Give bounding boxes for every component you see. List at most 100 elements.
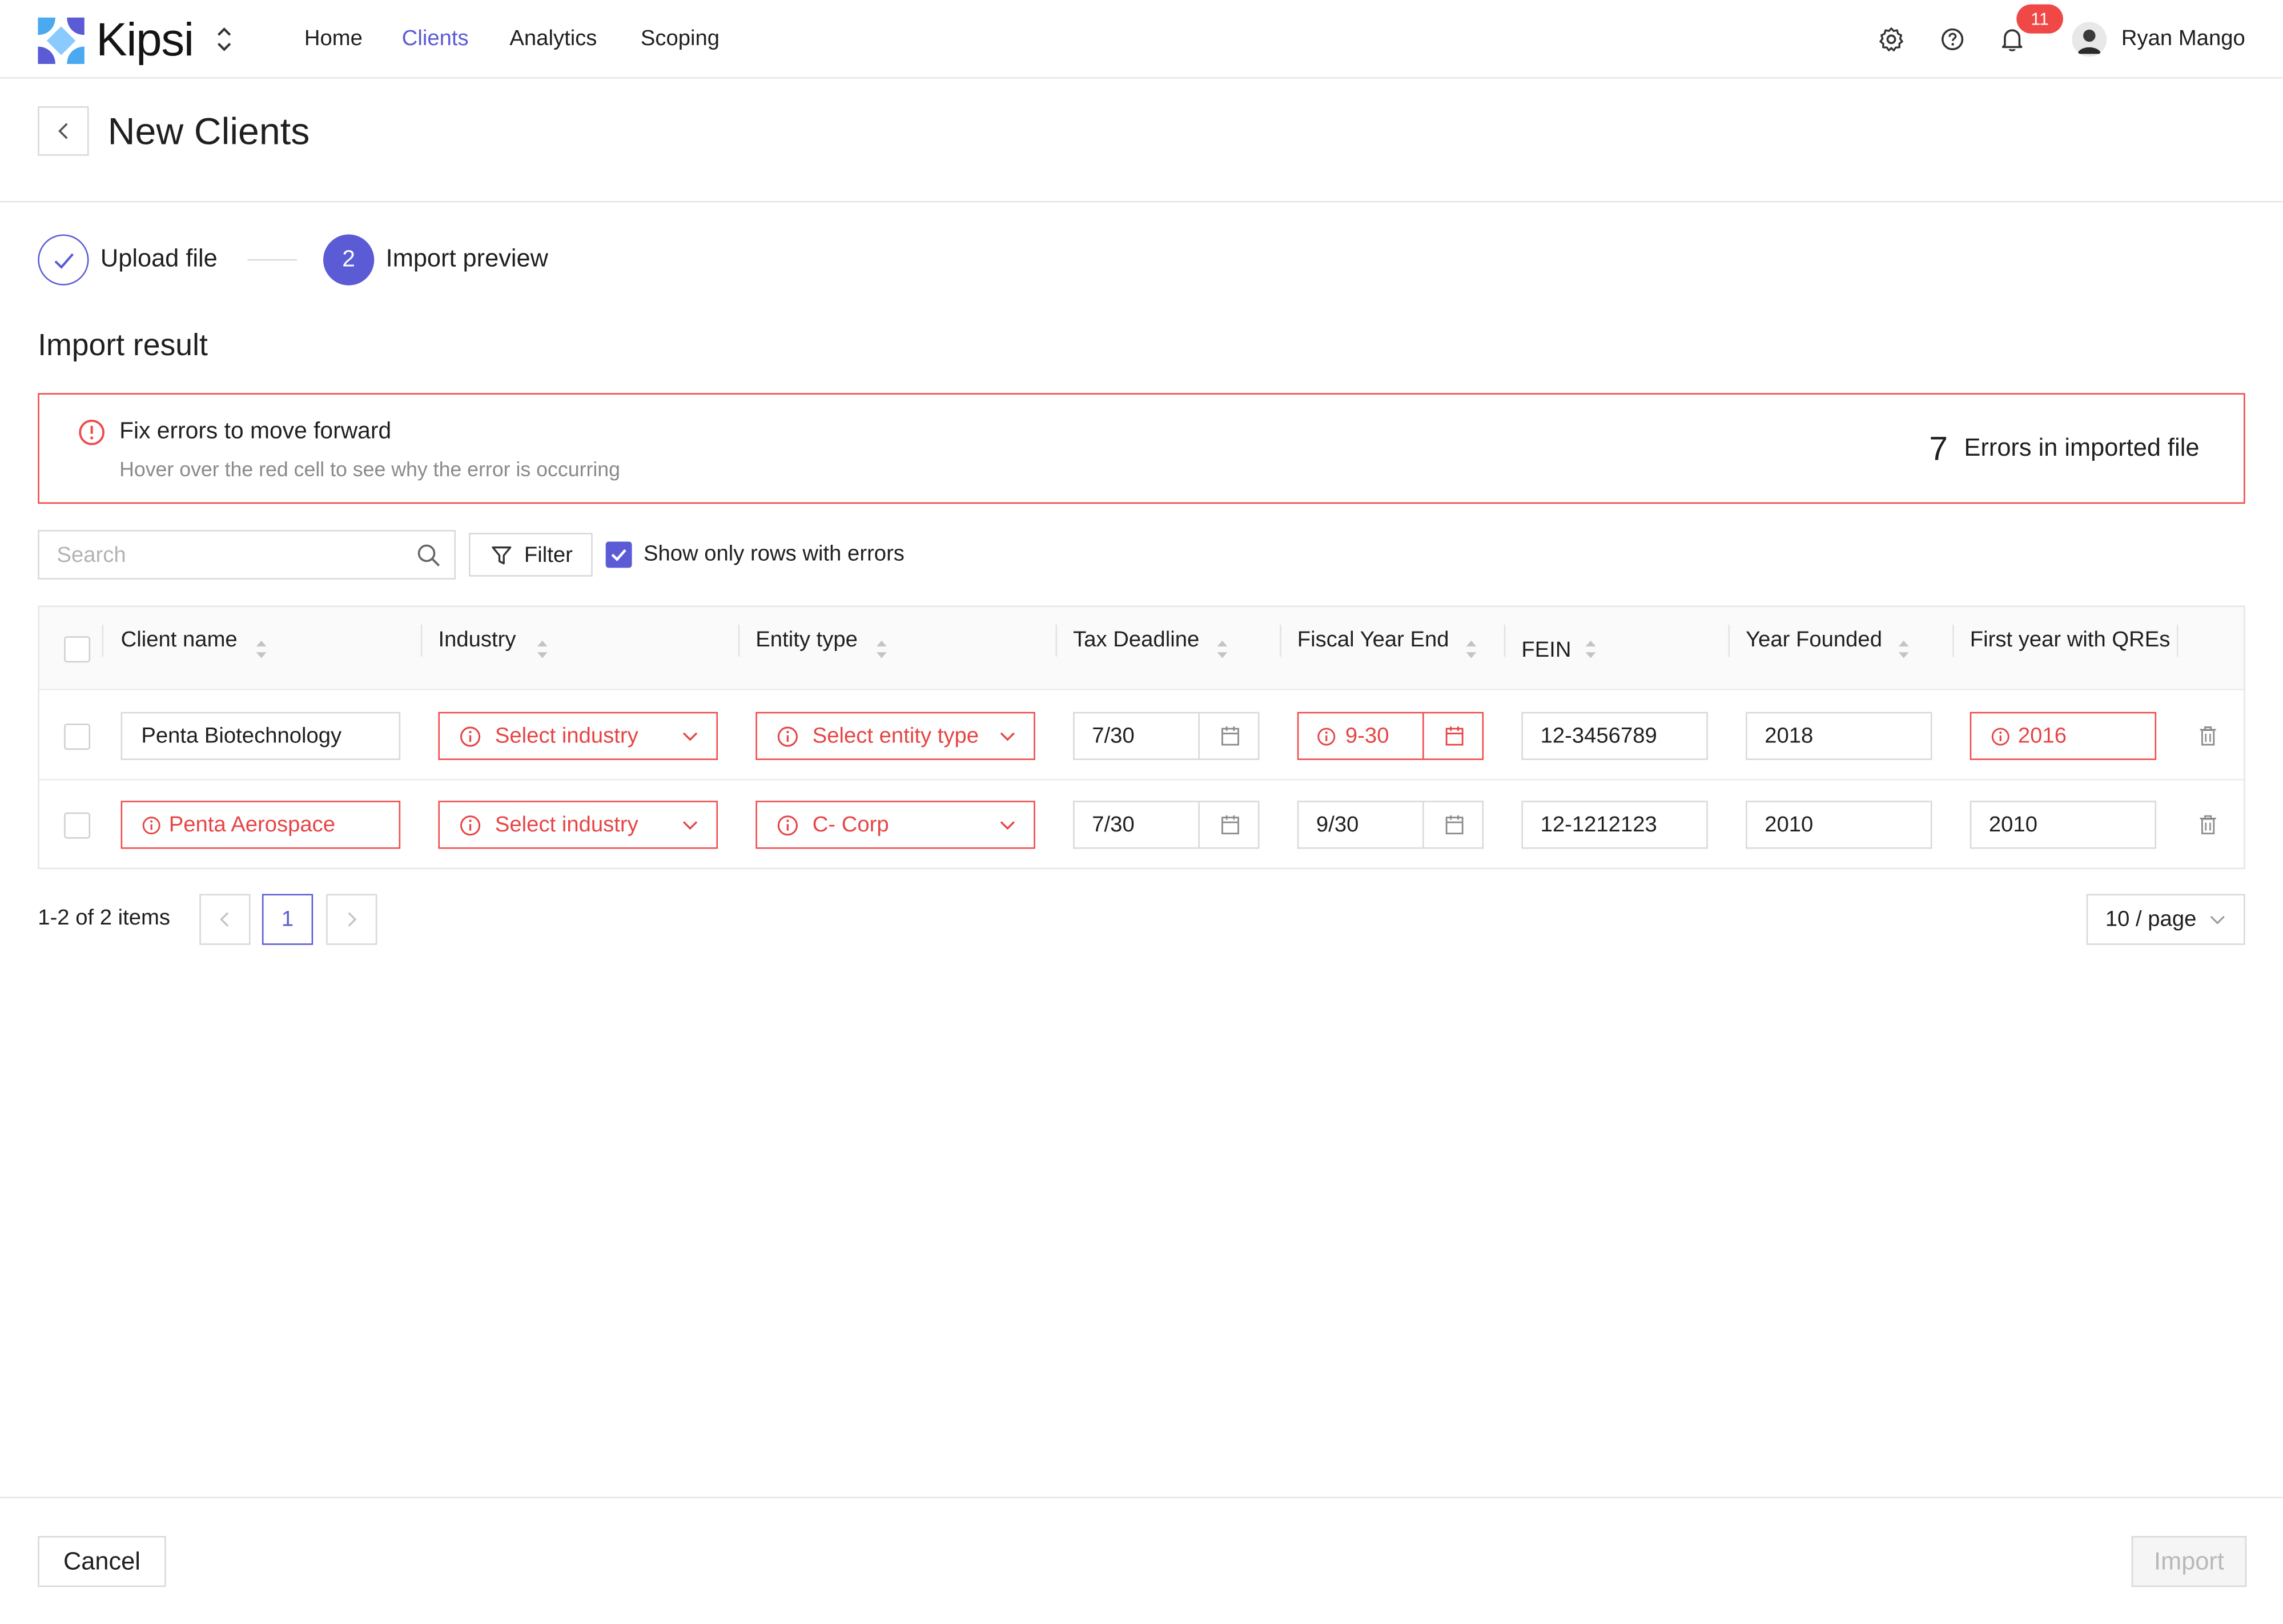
column-header-tax-deadline: Tax Deadline [1073, 627, 1200, 653]
error-info-icon [777, 726, 798, 747]
error-alert-icon [79, 419, 104, 445]
sort-icon[interactable] [1216, 639, 1229, 660]
tax-deadline-value: 7/30 [1092, 812, 1135, 838]
column-divider [420, 624, 423, 657]
date-divider [1422, 713, 1424, 759]
tax-deadline-datepicker[interactable]: 7/30 [1073, 801, 1260, 849]
banner-subtitle: Hover over the red cell to see why the e… [119, 457, 621, 481]
import-button[interactable]: Import [2131, 1535, 2247, 1587]
banner-title: Fix errors to move forward [119, 419, 392, 444]
top-navbar: Kipsi Home Clients Analytics Scoping 11 [0, 0, 2283, 79]
error-info-icon [142, 817, 160, 835]
column-header-year-founded: Year Founded [1746, 627, 1883, 653]
fein-field[interactable]: 12-3456789 [1521, 711, 1708, 760]
first-year-qres-field[interactable]: 2016 [1970, 711, 2157, 760]
page-header: New Clients [0, 79, 2283, 203]
year-founded-value: 2010 [1764, 812, 1814, 838]
error-count-label: Errors in imported file [1964, 433, 2200, 462]
table-header: Client name Industry Entity type Tax Dea… [39, 607, 2244, 690]
sort-icon[interactable] [536, 639, 549, 660]
fein-field[interactable]: 12-1212123 [1521, 801, 1708, 849]
show-errors-checkbox[interactable] [605, 541, 632, 568]
first-year-qres-field[interactable]: 2010 [1970, 801, 2157, 849]
column-divider [1728, 624, 1730, 657]
industry-select[interactable]: Select industry [438, 801, 718, 849]
avatar[interactable] [2072, 22, 2107, 57]
kipsi-logo-icon[interactable] [38, 17, 85, 65]
client-name-field[interactable]: Penta Biotechnology [120, 711, 401, 760]
page-title: New Clients [107, 109, 310, 153]
cancel-button[interactable]: Cancel [38, 1535, 166, 1587]
nav-home[interactable]: Home [304, 26, 363, 53]
nav-clients[interactable]: Clients [402, 26, 469, 53]
nav-scoping[interactable]: Scoping [641, 26, 720, 53]
error-count: 7 [1929, 429, 1948, 468]
page-size-label: 10 / page [2105, 907, 2197, 932]
year-founded-value: 2018 [1764, 723, 1814, 749]
client-name-value: Penta Aerospace [168, 812, 336, 838]
error-info-icon [460, 815, 481, 836]
industry-value: Select industry [495, 812, 638, 838]
calendar-icon[interactable] [1220, 814, 1241, 835]
tax-deadline-datepicker[interactable]: 7/30 [1073, 711, 1260, 760]
pagination-next-button[interactable] [326, 894, 377, 945]
column-divider [1055, 624, 1058, 657]
step-upload-label: Upload file [100, 244, 218, 272]
column-divider [1952, 624, 1954, 657]
chevron-down-icon [1000, 732, 1015, 741]
calendar-icon[interactable] [1444, 725, 1465, 747]
fiscal-year-end-datepicker[interactable]: 9/30 [1297, 801, 1484, 849]
workspace-switch-icon[interactable] [214, 23, 235, 55]
error-info-icon [1991, 727, 2009, 746]
entity-type-value: Select entity type [812, 723, 979, 749]
column-header-client-name: Client name [120, 627, 238, 653]
sort-icon[interactable] [1897, 639, 1910, 660]
row-checkbox[interactable] [64, 812, 91, 839]
entity-type-select[interactable]: C- Corp [755, 801, 1035, 849]
year-founded-field[interactable]: 2018 [1746, 711, 1932, 760]
filter-button[interactable]: Filter [469, 533, 593, 577]
search-box [38, 530, 456, 580]
user-name[interactable]: Ryan Mango [2121, 26, 2245, 53]
filter-label: Filter [524, 543, 573, 568]
trash-icon[interactable] [2198, 814, 2217, 835]
column-divider [738, 624, 740, 657]
nav-analytics[interactable]: Analytics [509, 26, 597, 53]
row-checkbox[interactable] [64, 723, 91, 750]
chevron-left-icon [57, 123, 67, 139]
show-errors-label[interactable]: Show only rows with errors [644, 541, 905, 568]
fein-value: 12-3456789 [1540, 723, 1657, 749]
industry-value: Select industry [495, 723, 638, 749]
select-all-checkbox[interactable] [64, 636, 91, 663]
sort-icon[interactable] [875, 639, 888, 660]
help-icon[interactable] [1938, 25, 1967, 54]
chevron-down-icon [682, 732, 698, 741]
tax-deadline-value: 7/30 [1092, 723, 1135, 749]
search-input[interactable] [39, 531, 404, 578]
entity-type-select[interactable]: Select entity type [755, 711, 1035, 760]
check-icon [54, 252, 73, 268]
settings-icon[interactable] [1877, 25, 1906, 54]
industry-select[interactable]: Select industry [438, 711, 718, 760]
sort-icon[interactable] [1465, 639, 1478, 660]
back-button[interactable] [38, 106, 89, 156]
pagination-page-button[interactable]: 1 [262, 894, 313, 945]
client-name-field[interactable]: Penta Aerospace [120, 801, 401, 849]
column-header-industry: Industry [438, 627, 516, 653]
fiscal-year-end-datepicker[interactable]: 9-30 [1297, 711, 1484, 760]
notification-badge: 11 [2016, 4, 2063, 34]
sort-icon[interactable] [1584, 639, 1597, 660]
fein-value: 12-1212123 [1540, 812, 1657, 838]
error-info-icon [777, 815, 798, 836]
calendar-icon[interactable] [1220, 725, 1241, 747]
date-divider [1422, 802, 1424, 847]
page-size-select[interactable]: 10 / page [2086, 894, 2245, 945]
trash-icon[interactable] [2198, 725, 2217, 747]
fiscal-year-end-value: 9/30 [1316, 812, 1359, 838]
search-icon[interactable] [416, 543, 441, 568]
pagination-prev-button[interactable] [199, 894, 251, 945]
table-row: Penta Aerospace Select industry C- Corp … [39, 781, 2244, 870]
year-founded-field[interactable]: 2010 [1746, 801, 1932, 849]
calendar-icon[interactable] [1444, 814, 1465, 835]
sort-icon[interactable] [255, 639, 268, 660]
